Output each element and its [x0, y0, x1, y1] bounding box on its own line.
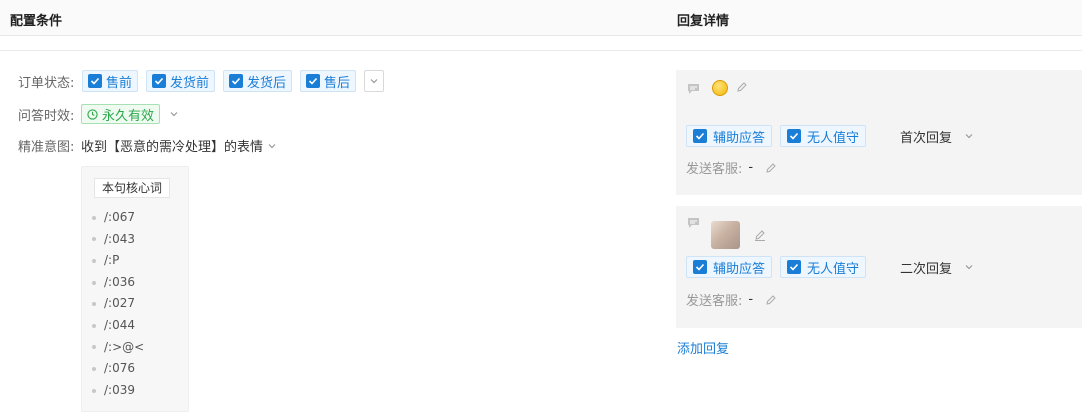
config-conditions-title: 配置条件: [10, 14, 63, 29]
order-status-dropdown-button[interactable]: [364, 70, 385, 92]
checkbox-label: 无人值守: [807, 130, 860, 146]
checkbox-checked-icon: [787, 129, 802, 143]
send-agent-label: 发送客服:: [686, 162, 743, 177]
clock-icon: [87, 108, 98, 120]
message-icon: [688, 218, 699, 228]
checkbox-label: 发货后: [247, 75, 287, 91]
edit-pencil-icon[interactable]: [765, 294, 777, 306]
unattended-checkbox[interactable]: 无人值守: [780, 125, 867, 147]
order-status-presale-checkbox[interactable]: 售前: [82, 70, 139, 92]
send-agent-row: 发送客服: -: [686, 158, 777, 177]
validity-chevron-down-icon[interactable]: [169, 109, 179, 119]
send-agent-value: -: [748, 292, 754, 307]
checkbox-label: 售后: [324, 75, 351, 91]
reply-order-value: 二次回复: [900, 261, 953, 277]
reply-tags: 辅助应答 无人值守 二次回复: [686, 256, 974, 278]
message-icon: [688, 84, 699, 94]
edit-pencil-icon[interactable]: [736, 81, 748, 93]
checkbox-checked-icon: [88, 74, 102, 88]
checkbox-label: 辅助应答: [713, 130, 766, 146]
image-thumbnail[interactable]: [711, 221, 740, 249]
order-status-aftersale-checkbox[interactable]: 售后: [300, 70, 357, 92]
keyword-item: /:027: [92, 293, 144, 315]
reply-card: 辅助应答 无人值守 首次回复 发送客服: -: [676, 70, 1082, 195]
intent-row: 精准意图: 收到【恶意的需冷处理】的表情: [18, 136, 277, 155]
checkbox-label: 辅助应答: [713, 261, 766, 277]
add-reply-link[interactable]: 添加回复: [677, 338, 729, 357]
order-status-after-ship-checkbox[interactable]: 发货后: [223, 70, 293, 92]
chevron-down-icon: [965, 134, 973, 139]
validity-value: 永久有效: [102, 108, 155, 124]
assist-reply-checkbox[interactable]: 辅助应答: [686, 256, 773, 278]
send-agent-value: -: [748, 160, 754, 175]
keyword-item: /:076: [92, 358, 144, 380]
checkbox-checked-icon: [229, 74, 244, 88]
validity-label: 问答时效:: [18, 108, 75, 124]
divider: [0, 50, 1082, 51]
order-status-row: 订单状态: 售前 发货前 发货后 售后: [18, 70, 385, 92]
checkbox-checked-icon: [152, 74, 167, 88]
checkbox-checked-icon: [693, 260, 707, 274]
reply-tags: 辅助应答 无人值守 首次回复: [686, 125, 974, 147]
edit-pencil-icon[interactable]: [765, 162, 777, 174]
core-keywords-list: /:067 /:043 /:P /:036 /:027 /:044 /:>@< …: [92, 207, 144, 401]
send-agent-row: 发送客服: -: [686, 290, 777, 309]
section-header: 配置条件 回复详情: [0, 0, 1082, 36]
chevron-down-icon: [370, 79, 378, 84]
reply-details-title: 回复详情: [677, 14, 730, 29]
send-agent-label: 发送客服:: [686, 294, 743, 309]
checkbox-checked-icon: [306, 74, 321, 88]
keyword-item: /:P: [92, 250, 144, 272]
intent-chevron-down-icon[interactable]: [267, 141, 277, 151]
emoji-sticker-icon: [712, 80, 728, 96]
assist-reply-checkbox[interactable]: 辅助应答: [686, 125, 773, 147]
checkbox-label: 售前: [106, 75, 133, 91]
checkbox-label: 无人值守: [807, 261, 860, 277]
keyword-item: /:039: [92, 380, 144, 402]
keyword-item: /:036: [92, 272, 144, 294]
reply-card: 辅助应答 无人值守 二次回复 发送客服: -: [676, 206, 1082, 328]
checkbox-checked-icon: [693, 129, 707, 143]
reply-order-select[interactable]: 首次回复: [900, 127, 974, 146]
checkbox-checked-icon: [787, 260, 802, 274]
order-status-before-ship-checkbox[interactable]: 发货前: [146, 70, 216, 92]
validity-tag[interactable]: 永久有效: [81, 104, 161, 124]
order-status-label: 订单状态:: [18, 75, 75, 91]
checkbox-label: 发货前: [170, 75, 210, 91]
reply-order-select[interactable]: 二次回复: [900, 258, 974, 277]
keyword-item: /:067: [92, 207, 144, 229]
keyword-item: /:044: [92, 315, 144, 337]
validity-row: 问答时效: 永久有效: [18, 104, 179, 124]
intent-value[interactable]: 收到【恶意的需冷处理】的表情: [81, 136, 263, 155]
reply-order-value: 首次回复: [900, 130, 953, 146]
core-keywords-panel: 本句核心词 /:067 /:043 /:P /:036 /:027 /:044 …: [81, 166, 189, 412]
intent-label: 精准意图:: [18, 140, 75, 155]
edit-pencil-icon[interactable]: [754, 229, 766, 241]
chevron-down-icon: [965, 265, 973, 270]
core-keywords-title: 本句核心词: [94, 178, 171, 198]
unattended-checkbox[interactable]: 无人值守: [780, 256, 867, 278]
keyword-item: /:043: [92, 229, 144, 251]
keyword-item: /:>@<: [92, 337, 144, 359]
